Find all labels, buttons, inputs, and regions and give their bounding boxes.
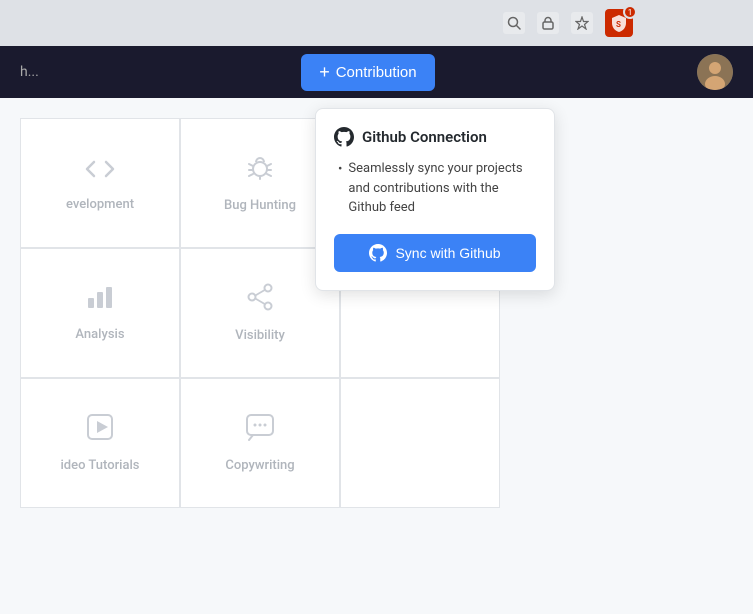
card-analysis[interactable]: Analysis [20,248,180,378]
star-icon[interactable] [571,12,593,34]
card-copywriting[interactable]: Copywriting [180,378,340,508]
popup-title: Github Connection [334,127,536,147]
github-popup: Github Connection • Seamlessly sync your… [315,108,555,291]
popup-title-text: Github Connection [362,128,487,146]
bullet-dot: • [338,160,342,218]
github-btn-icon [369,244,387,262]
bar-chart-icon [86,284,114,317]
card-video-tutorials-label: ideo Tutorials [60,458,139,473]
contribution-button[interactable]: + Contribution [301,54,434,91]
github-popup-container: Github Connection • Seamlessly sync your… [315,98,555,291]
shield-badge: 1 [623,5,637,19]
shield-icon[interactable]: S 1 [605,9,633,37]
contribution-label: Contribution [336,64,417,81]
card-analysis-label: Analysis [75,327,124,342]
browser-icons: S 1 [503,9,633,37]
popup-description: • Seamlessly sync your projects and cont… [334,159,536,218]
plus-icon: + [319,62,330,83]
sync-github-button[interactable]: Sync with Github [334,234,536,272]
sync-button-label: Sync with Github [395,245,500,261]
main-content: evelopment Bug Hunting [0,98,753,614]
play-icon [86,413,114,448]
lock-icon[interactable] [537,12,559,34]
share-icon [246,283,274,318]
popup-bullet-text: Seamlessly sync your projects and contri… [348,159,536,218]
browser-chrome: S 1 [0,0,753,46]
code-icon [85,154,115,187]
user-avatar[interactable] [697,54,733,90]
app-header: h... + Contribution [0,46,753,98]
card-bug-hunting-label: Bug Hunting [224,198,296,213]
chat-icon [245,413,275,448]
card-development[interactable]: evelopment [20,118,180,248]
card-copywriting-label: Copywriting [225,458,294,473]
search-icon[interactable] [503,12,525,34]
card-video-tutorials[interactable]: ideo Tutorials [20,378,180,508]
card-development-label: evelopment [66,197,134,212]
github-logo-icon [334,127,354,147]
app-name: h... [20,64,39,80]
bug-icon [246,153,274,188]
card-empty-3[interactable] [340,378,500,508]
card-visibility-label: Visibility [235,328,285,343]
svg-text:S: S [616,20,621,29]
